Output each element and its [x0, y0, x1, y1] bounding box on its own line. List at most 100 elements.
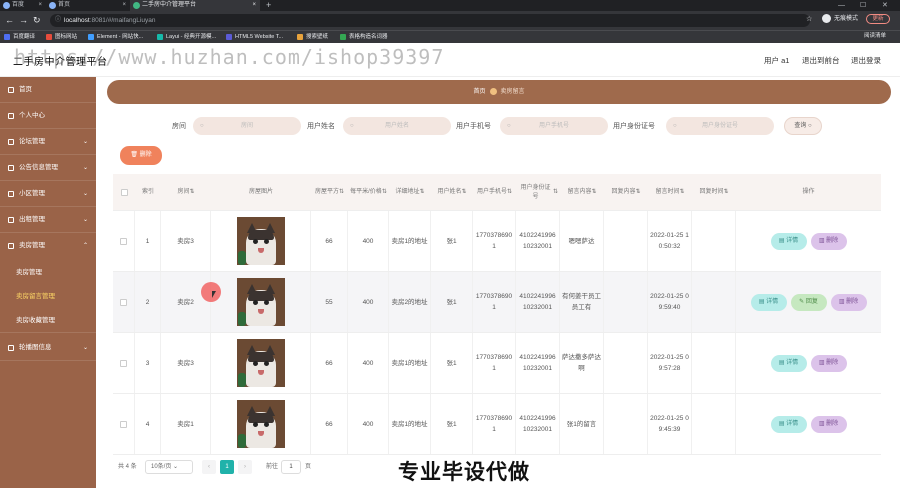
new-tab-icon[interactable]: +	[266, 0, 271, 11]
delete-button[interactable]: ▥ 删除	[830, 293, 867, 311]
sidebar-item-carousel[interactable]: 轮播图信息 ⌄	[0, 335, 96, 361]
search-input-phone[interactable]: ○ 用户手机号	[500, 117, 608, 135]
cell-address: 卖房2的地址	[389, 272, 431, 332]
cell-reply	[604, 211, 648, 271]
sidebar-item-sell[interactable]: 卖房管理 ⌃	[0, 233, 96, 259]
sidebar-item-notice[interactable]: 公告信息管理 ⌄	[0, 155, 96, 181]
cell-idcard: 410224199610232001	[516, 333, 560, 393]
delete-button[interactable]: ▥ 删除	[810, 354, 847, 372]
document-icon: ▤	[778, 359, 785, 366]
browser-tab-active[interactable]: 二手房中介管理平台 ×	[130, 0, 260, 11]
th-area[interactable]: 房屋平方 ⇅	[311, 174, 348, 211]
th-price[interactable]: 每平米/价格 ⇅	[348, 174, 389, 211]
page-number-current[interactable]: 1	[220, 460, 234, 474]
tab-favicon-icon	[3, 2, 10, 9]
detail-button[interactable]: ▤ 详情	[770, 354, 807, 372]
th-message[interactable]: 留言内容 ⇅	[560, 174, 604, 211]
close-icon[interactable]: ×	[38, 0, 42, 11]
detail-button[interactable]: ▤ 详情	[770, 232, 807, 250]
reading-list-button[interactable]: 阅读清单	[864, 30, 886, 42]
chevron-left-icon: ‹	[208, 464, 210, 470]
row-checkbox[interactable]	[120, 420, 127, 428]
sidebar-item-forum[interactable]: 论坛管理 ⌄	[0, 129, 96, 155]
cell-index: 4	[135, 394, 161, 454]
search-input-name[interactable]: ○ 用户姓名	[343, 117, 451, 135]
update-button[interactable]: 更新	[866, 14, 890, 24]
browser-tab[interactable]: 首页 ×	[46, 0, 130, 11]
browser-tab[interactable]: 百度 ×	[0, 0, 46, 11]
close-icon[interactable]: ×	[122, 0, 126, 11]
prev-page-button[interactable]: ‹	[202, 460, 216, 474]
sidebar-subitem-sell-message[interactable]: 卖房留言管理	[0, 285, 96, 309]
cell-price: 400	[348, 211, 389, 271]
exit-to-front-link[interactable]: 退出到前台	[802, 55, 840, 66]
bookmark-item[interactable]: 搜索壁纸	[297, 31, 328, 43]
next-page-button[interactable]: ›	[238, 460, 252, 474]
table-row: 4 卖房1 66 400 卖房1的地址 张1 17703786901 41022…	[113, 394, 881, 455]
cell-actions: ▤ 详情 ▥ 删除	[736, 333, 881, 393]
detail-button[interactable]: ▤ 详情	[750, 293, 787, 311]
sidebar-item-profile[interactable]: 个人中心	[0, 103, 96, 129]
cell-name: 张1	[431, 333, 473, 393]
sidebar-subitem-sell-favorite[interactable]: 卖房收藏管理	[0, 309, 96, 333]
bookmark-icon	[226, 34, 232, 40]
select-all-checkbox[interactable]	[120, 189, 128, 196]
search-icon: ○	[507, 123, 511, 129]
row-checkbox[interactable]	[120, 298, 127, 306]
search-input-room[interactable]: ○ 房间	[193, 117, 301, 135]
bookmark-item[interactable]: 图标网站	[46, 31, 77, 43]
cell-room: 卖房1	[161, 394, 211, 454]
close-window-icon[interactable]: ✕	[882, 0, 888, 11]
promo-banner: 专业毕设代做	[398, 460, 530, 484]
bookmark-item[interactable]: Element - 网站快...	[88, 31, 143, 43]
sidebar-item-community[interactable]: 小区管理 ⌄	[0, 181, 96, 207]
row-checkbox[interactable]	[120, 359, 127, 367]
house-image	[236, 278, 285, 326]
cell-address: 卖房1的地址	[389, 394, 431, 454]
bookmark-item[interactable]: HTML5 Website T...	[226, 31, 283, 43]
bookmark-item[interactable]: Layui - 经典开源模...	[157, 31, 216, 43]
trash-icon: ▥	[818, 359, 825, 366]
bookmark-item[interactable]: 表格构造名词器	[340, 31, 388, 43]
cell-msg-time: 2022-01-25 09:45:39	[648, 394, 692, 454]
batch-delete-button[interactable]: 🗑 删除	[120, 146, 162, 165]
page-size-select[interactable]: 10条/页 ⌄	[145, 460, 193, 474]
th-room[interactable]: 房间 ⇅	[161, 174, 211, 211]
close-icon[interactable]: ×	[252, 0, 256, 11]
goto-page-input[interactable]: 1	[281, 460, 301, 474]
delete-button[interactable]: ▥ 删除	[810, 415, 847, 433]
logout-link[interactable]: 退出登录	[851, 55, 881, 66]
back-icon[interactable]: ←	[5, 14, 14, 26]
search-input-idcard[interactable]: ○ 用户身份证号	[666, 117, 774, 135]
bookmark-star-icon[interactable]: ☆	[806, 15, 812, 23]
cell-msg-time: 2022-01-25 09:59:40	[648, 272, 692, 332]
detail-button[interactable]: ▤ 详情	[770, 415, 807, 433]
sidebar: 首页 个人中心 论坛管理 ⌄ 公告信息管理 ⌄ 小区管理 ⌄ 出租管理 ⌄ 卖房管理 ⌃ …	[0, 77, 96, 488]
document-icon: ▤	[778, 420, 785, 427]
search-button[interactable]: 查询 ○	[784, 117, 822, 135]
reply-button[interactable]: ✎ 回复	[790, 293, 827, 311]
th-reply[interactable]: 回复内容 ⇅	[604, 174, 648, 211]
th-name[interactable]: 用户姓名 ⇅	[431, 174, 473, 211]
minimize-icon[interactable]: —	[838, 0, 845, 11]
th-msg-time[interactable]: 留言时间 ⇅	[648, 174, 692, 211]
breadcrumb-home[interactable]: 首页	[473, 89, 485, 95]
profile-button[interactable]: 无痕模式	[822, 14, 858, 24]
maximize-icon[interactable]: ☐	[860, 0, 866, 11]
delete-button[interactable]: ▥ 删除	[810, 232, 847, 250]
cell-area: 66	[311, 333, 348, 393]
url-field[interactable]: ⓘ localhost:8081/#/maifangLiuyan	[50, 14, 810, 27]
forward-icon[interactable]: →	[19, 14, 28, 26]
sidebar-item-rent[interactable]: 出租管理 ⌄	[0, 207, 96, 233]
row-checkbox[interactable]	[120, 237, 127, 245]
th-phone[interactable]: 用户手机号 ⇅	[473, 174, 516, 211]
cell-actions: ▤ 详情 ✎ 回复 ▥ 删除	[736, 272, 881, 332]
sidebar-subitem-sell-manage[interactable]: 卖房管理	[0, 261, 96, 285]
reload-icon[interactable]: ↻	[33, 14, 41, 26]
sidebar-item-home[interactable]: 首页	[0, 77, 96, 103]
th-address[interactable]: 详细地址 ⇅	[389, 174, 431, 211]
th-idcard[interactable]: 用户身份证号 ⇅	[516, 174, 560, 211]
bookmark-item[interactable]: 百度翻译	[4, 31, 35, 43]
th-reply-time[interactable]: 回复时间 ⇅	[692, 174, 736, 211]
cell-image	[211, 272, 311, 332]
